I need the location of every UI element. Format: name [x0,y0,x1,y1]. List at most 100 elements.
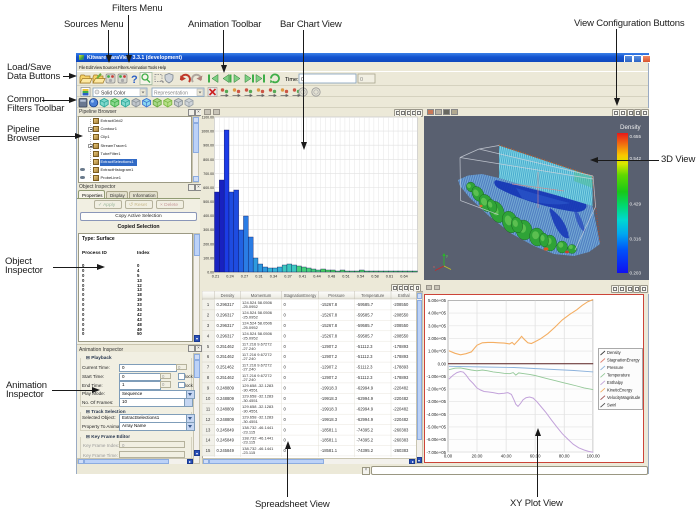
svg-text:-19918.3: -19918.3 [320,406,337,411]
svg-text:700.00: 700.00 [203,172,214,176]
svg-text:-260383: -260383 [393,427,409,432]
svg-text:4.00e+05: 4.00e+05 [427,310,446,315]
svg-text:-12907.2: -12907.2 [320,344,337,349]
svg-text:-18581.1: -18581.1 [320,427,337,432]
svg-text:60.00: 60.00 [529,453,540,458]
svg-text:Pressure: Pressure [607,365,624,370]
svg-text:-25.0952: -25.0952 [242,335,259,340]
svg-text:-51112.3: -51112.3 [356,354,373,359]
svg-text:0: 0 [360,77,363,83]
svg-text:0.27: 0.27 [241,275,248,279]
svg-text:-62994.9: -62994.9 [356,417,373,422]
svg-text:0: 0 [283,354,286,359]
svg-text:12: 12 [205,417,210,422]
svg-text:-25.0952: -25.0952 [242,315,259,320]
svg-text:-30.4551: -30.4551 [242,398,259,403]
svg-text:-74395.2: -74395.2 [356,438,373,443]
svg-text:10: 10 [205,396,210,401]
svg-text:-178893: -178893 [393,375,409,380]
svg-text:-19918.3: -19918.3 [320,417,337,422]
svg-text:Pressure: Pressure [328,293,345,298]
svg-text:-18581.1: -18581.1 [320,438,337,443]
svg-text:3.00e+05: 3.00e+05 [427,323,446,328]
svg-text:-19918.3: -19918.3 [320,386,337,391]
svg-text:KineticEnergy: KineticEnergy [607,387,633,392]
svg-text:-208550: -208550 [393,313,409,318]
svg-text:-220482: -220482 [393,396,409,401]
svg-text:0: 0 [283,427,286,432]
svg-text:-208550: -208550 [393,323,409,328]
svg-text:-15267.8: -15267.8 [320,323,337,328]
svg-text:Density: Density [607,350,622,355]
svg-text:500.00: 500.00 [203,200,214,204]
svg-text:0.248809: 0.248809 [216,386,234,391]
svg-text:0: 0 [283,375,286,380]
svg-text:-178893: -178893 [393,354,409,359]
svg-text:-220482: -220482 [393,386,409,391]
svg-text:0.203: 0.203 [630,271,642,276]
svg-text:0.48: 0.48 [328,275,335,279]
svg-text:0: 0 [283,365,286,370]
svg-text:400.00: 400.00 [203,214,214,218]
svg-text:1100.00: 1100.00 [202,116,214,120]
svg-text:-12907.2: -12907.2 [320,354,337,359]
svg-text:0.41: 0.41 [299,275,306,279]
svg-text:-59585.7: -59585.7 [356,313,373,318]
svg-text:0.296317: 0.296317 [216,333,234,338]
svg-text:-23.115: -23.115 [242,450,256,455]
svg-text:StagnationEnergy: StagnationEnergy [607,357,640,362]
svg-text:-6.00e+05: -6.00e+05 [426,437,446,442]
svg-text:14: 14 [205,438,210,443]
svg-text:Enthalpy: Enthalpy [607,380,624,385]
svg-text:-62994.9: -62994.9 [356,386,373,391]
svg-text:0.37: 0.37 [284,275,291,279]
svg-text:0.31: 0.31 [255,275,262,279]
svg-text:0.429: 0.429 [630,202,642,207]
svg-text:13: 13 [205,427,210,432]
svg-text:100.00: 100.00 [203,256,214,260]
svg-text:0: 0 [283,323,286,328]
svg-text:-208550: -208550 [393,302,409,307]
svg-text:-30.4551: -30.4551 [242,408,259,413]
svg-text:?: ? [131,74,138,86]
svg-text:Swirl: Swirl [607,402,616,407]
svg-text:0.251462: 0.251462 [216,375,234,380]
svg-text:-12907.2: -12907.2 [320,365,337,370]
svg-text:-5.00e+05: -5.00e+05 [426,424,446,429]
svg-text:0.34: 0.34 [270,275,277,279]
svg-text:-220482: -220482 [393,417,409,422]
svg-text:0.245849: 0.245849 [216,438,234,443]
svg-text:600.00: 600.00 [203,186,214,190]
svg-text:VelocityMagnitude: VelocityMagnitude [607,394,641,399]
svg-text:0: 0 [283,396,286,401]
svg-text:-208550: -208550 [393,333,409,338]
svg-text:11: 11 [205,406,210,411]
svg-text:-30.4551: -30.4551 [242,388,259,393]
svg-text:-30.4551: -30.4551 [242,419,259,424]
svg-text:0.245849: 0.245849 [216,427,234,432]
svg-text:0.251462: 0.251462 [216,354,234,359]
svg-text:-51112.3: -51112.3 [356,344,373,349]
svg-text:0.248809: 0.248809 [216,406,234,411]
svg-text:-23.115: -23.115 [242,440,256,445]
svg-text:0.54: 0.54 [357,275,364,279]
svg-text:Momentum: Momentum [250,293,271,298]
svg-text:0.248809: 0.248809 [216,396,234,401]
svg-text:0: 0 [283,417,286,422]
svg-text:0.00: 0.00 [443,453,452,458]
svg-text:-15267.8: -15267.8 [320,313,337,318]
svg-text:Temperature: Temperature [607,372,631,377]
svg-text:100.00: 100.00 [586,453,600,458]
svg-text:-27.240: -27.240 [242,377,256,382]
svg-text:0.21: 0.21 [212,275,219,279]
svg-text:-62994.9: -62994.9 [356,396,373,401]
svg-text:0.251462: 0.251462 [216,365,234,370]
svg-text:Density: Density [220,293,235,298]
svg-text:0.296317: 0.296317 [216,313,234,318]
svg-text:Representation: Representation [154,91,188,97]
svg-text:x: x [433,264,435,269]
svg-text:-15267.8: -15267.8 [320,333,337,338]
svg-text:0.655: 0.655 [630,134,642,139]
svg-text:-4.00e+05: -4.00e+05 [426,411,446,416]
svg-text:0: 0 [283,344,286,349]
